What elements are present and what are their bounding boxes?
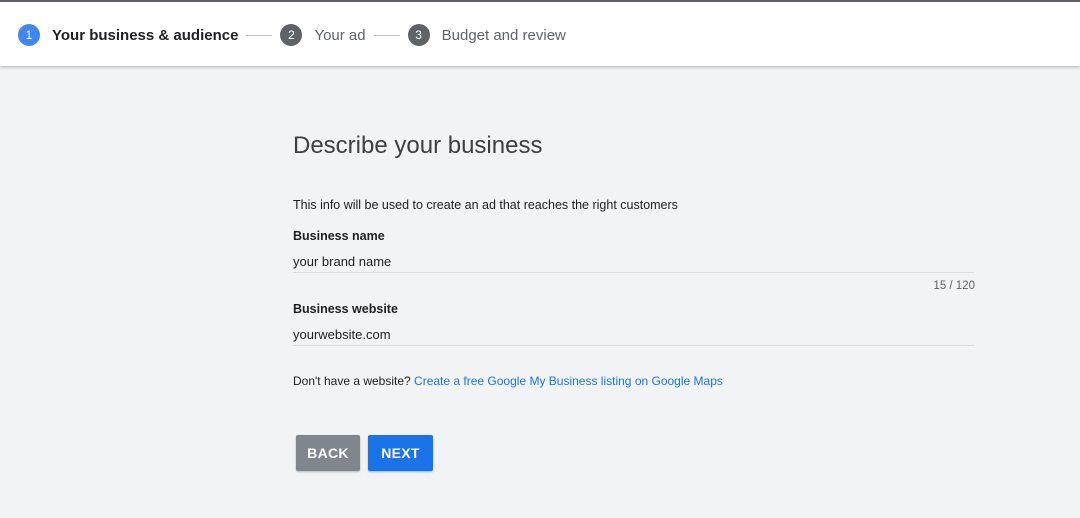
step-number-2: 2 — [280, 24, 303, 46]
back-button[interactable]: BACK — [296, 435, 360, 471]
business-name-label: Business name — [293, 229, 385, 243]
business-name-input[interactable] — [293, 250, 974, 273]
business-website-input[interactable] — [293, 323, 974, 346]
step-label-3: Budget and review — [441, 26, 566, 44]
step-business-audience[interactable]: 1 Your business & audience — [18, 24, 238, 46]
step-connector — [246, 34, 273, 36]
step-number-3: 3 — [407, 24, 430, 46]
page-subtitle: This info will be used to create an ad t… — [293, 198, 678, 212]
step-budget-review[interactable]: 3 Budget and review — [407, 24, 566, 46]
google-my-business-link[interactable]: Create a free Google My Business listing… — [414, 374, 723, 388]
step-label-1: Your business & audience — [52, 26, 239, 44]
page-title: Describe your business — [293, 132, 543, 159]
step-your-ad[interactable]: 2 Your ad — [280, 24, 366, 46]
next-button[interactable]: NEXT — [368, 435, 433, 471]
step-number-1: 1 — [18, 24, 40, 46]
business-website-label: Business website — [293, 302, 398, 316]
website-help: Don't have a website? Create a free Goog… — [293, 374, 723, 388]
step-label-2: Your ad — [314, 26, 366, 44]
step-connector — [373, 34, 400, 36]
stepper-bar: 1 Your business & audience 2 Your ad 3 B… — [0, 0, 1080, 66]
stepper: 1 Your business & audience 2 Your ad 3 B… — [18, 23, 566, 47]
character-counter: 15 / 120 — [933, 280, 975, 292]
website-help-text: Don't have a website? — [293, 374, 411, 388]
